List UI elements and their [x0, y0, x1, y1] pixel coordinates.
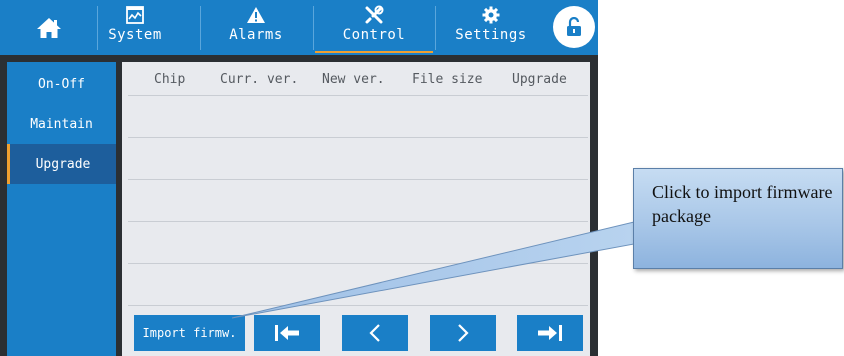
tools-icon [365, 5, 384, 24]
previous-page-icon [369, 324, 380, 342]
top-navigation-bar: System Alarms Control Settings [0, 0, 598, 55]
last-page-button[interactable] [517, 315, 583, 351]
tab-settings[interactable]: Settings [436, 0, 546, 55]
next-page-icon [458, 324, 469, 342]
device-screen: System Alarms Control Settings On-Off Ma… [0, 0, 598, 356]
next-page-button[interactable] [430, 315, 496, 351]
sidebar-item-upgrade[interactable]: Upgrade [7, 144, 116, 184]
table-row-divider [128, 179, 588, 180]
upgrade-panel: Chip Curr. ver. New ver. File size Upgra… [122, 62, 590, 356]
lock-button[interactable] [553, 6, 595, 48]
tab-system-label: System [108, 27, 162, 43]
sidebar-item-label: On-Off [38, 76, 85, 92]
gear-icon [482, 6, 500, 24]
table-row-divider [128, 263, 588, 264]
annotation-callout-text: Click to import firmware package [652, 182, 833, 226]
column-header-current-version: Curr. ver. [220, 72, 299, 87]
sidebar-item-on-off[interactable]: On-Off [7, 64, 116, 104]
table-row-divider [128, 305, 588, 306]
annotation-callout: Click to import firmware package [633, 168, 843, 269]
tab-system[interactable]: System [98, 0, 172, 55]
table-row-divider [128, 137, 588, 138]
home-icon [36, 17, 61, 38]
tab-alarms-label: Alarms [229, 27, 283, 43]
warning-icon [247, 7, 265, 23]
tab-control[interactable]: Control [314, 0, 434, 55]
previous-page-button[interactable] [342, 315, 408, 351]
first-page-icon [275, 325, 299, 341]
table-row-divider [128, 221, 588, 222]
sidebar-item-label: Maintain [30, 116, 93, 132]
first-page-button[interactable] [254, 315, 320, 351]
column-header-chip: Chip [154, 72, 186, 87]
import-firmware-button[interactable]: Import firmw. [134, 315, 245, 351]
unlock-icon [567, 17, 581, 36]
home-button[interactable] [0, 0, 97, 55]
active-tab-indicator [315, 51, 433, 53]
column-header-upgrade: Upgrade [512, 72, 567, 87]
tab-settings-label: Settings [455, 27, 527, 43]
tab-control-label: Control [342, 27, 406, 43]
column-header-new-version: New ver. [322, 72, 385, 87]
sidebar-item-maintain[interactable]: Maintain [7, 104, 116, 144]
table-row-divider [128, 95, 588, 96]
last-page-icon [538, 325, 562, 341]
tab-alarms[interactable]: Alarms [201, 0, 311, 55]
system-chart-icon [126, 6, 144, 24]
sidebar-item-label: Upgrade [35, 156, 91, 172]
column-header-file-size: File size [412, 72, 483, 87]
table-header: Chip Curr. ver. New ver. File size Upgra… [122, 62, 590, 96]
sidebar: On-Off Maintain Upgrade [7, 62, 116, 356]
